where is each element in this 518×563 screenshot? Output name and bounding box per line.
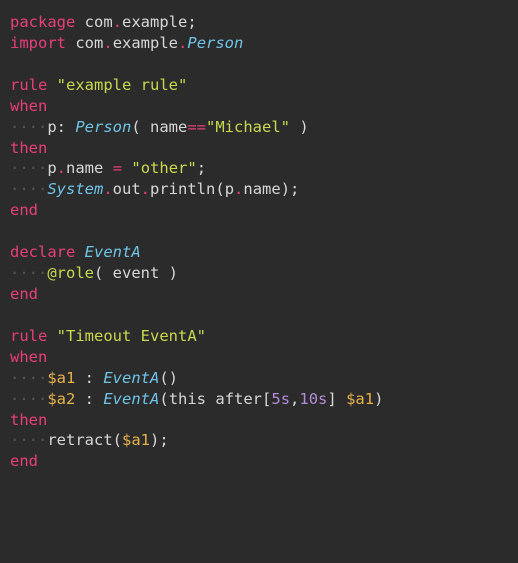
line: when [10,97,47,115]
line: package com.example; [10,13,197,31]
line: when [10,348,47,366]
line: ····$a1 : EventA() [10,369,178,387]
line: then [10,411,47,429]
line: ····$a2 : EventA(this after[5s,10s] $a1) [10,390,383,408]
line: ····p: Person( name=="Michael" ) [10,118,309,136]
line: then [10,139,47,157]
line: ····retract($a1); [10,431,169,449]
line: end [10,285,38,303]
line: rule "Timeout EventA" [10,327,206,345]
line: import com.example.Person [10,34,243,52]
line: ····p.name = "other"; [10,159,206,177]
line: end [10,452,38,470]
line: ····System.out.println(p.name); [10,180,299,198]
line: declare EventA [10,243,141,261]
keyword: package [10,13,75,31]
code-block: package com.example; import com.example.… [10,12,508,472]
line: rule "example rule" [10,76,187,94]
line: ····@role( event ) [10,264,178,282]
line: end [10,201,38,219]
